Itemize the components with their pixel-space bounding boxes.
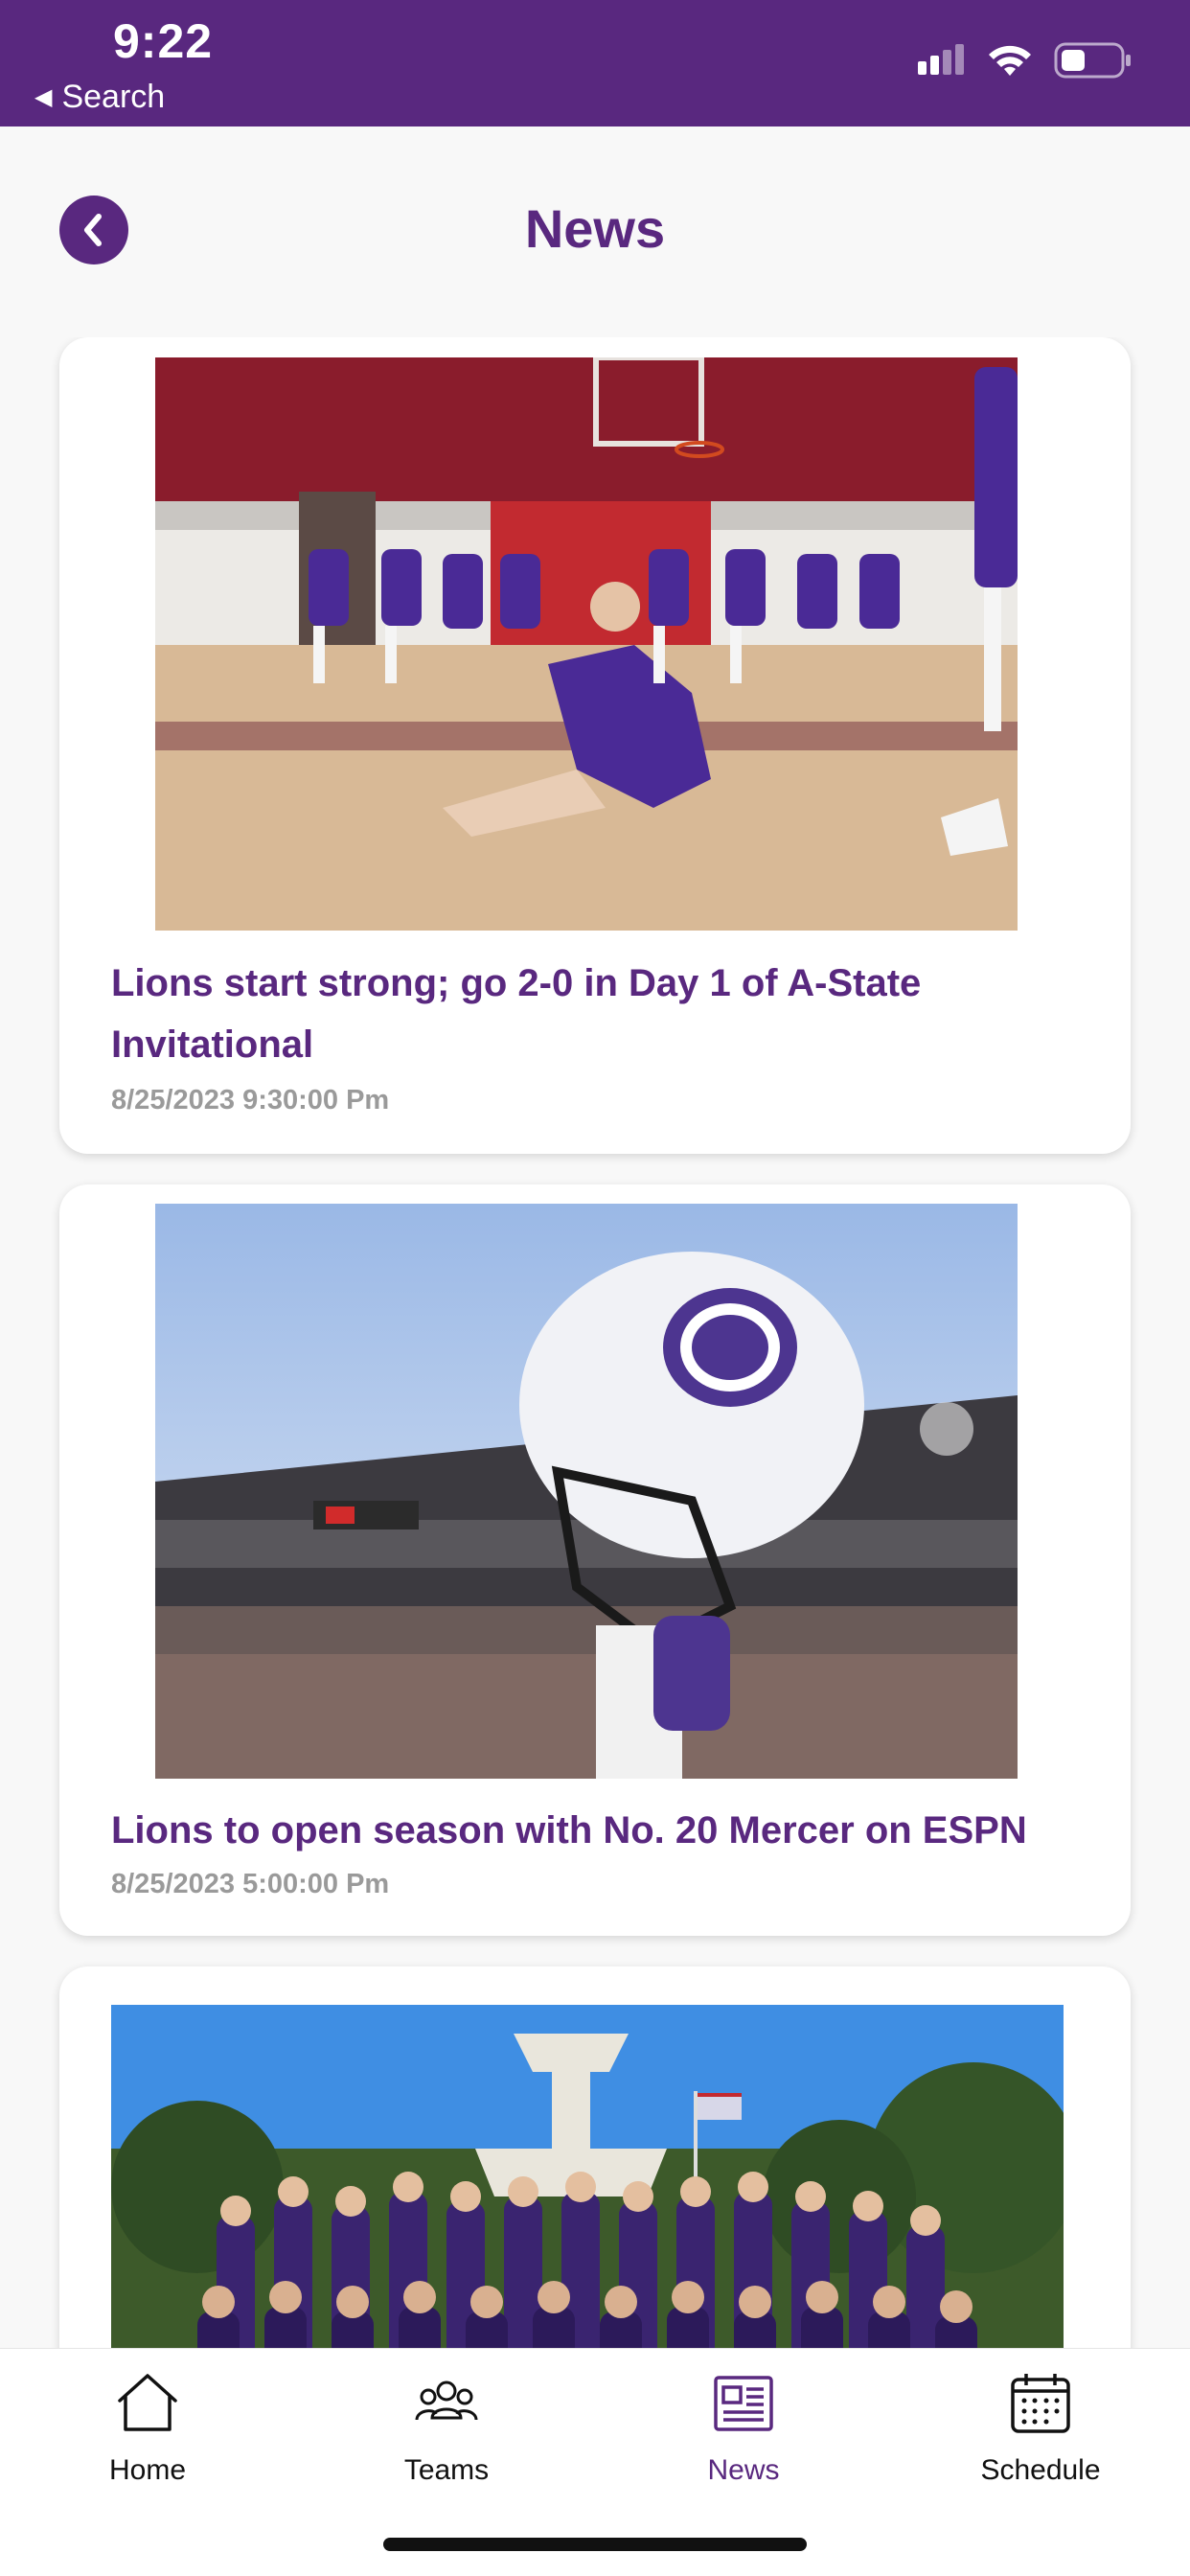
news-icon: [714, 2376, 773, 2431]
wifi-icon: [989, 45, 1031, 76]
news-image-helmet[interactable]: [155, 1204, 1018, 1779]
news-date: 8/25/2023 5:00:00 Pm: [111, 1869, 390, 1899]
tab-schedule[interactable]: Schedule: [945, 2368, 1136, 2512]
news-card[interactable]: Lions to open season with No. 20 Mercer …: [59, 1184, 1131, 1936]
home-indicator[interactable]: [383, 2538, 807, 2551]
back-to-search[interactable]: ◀ Search: [34, 79, 165, 116]
news-date: 8/25/2023 9:30:00 Pm: [111, 1085, 390, 1116]
news-card[interactable]: [59, 1966, 1131, 2348]
tab-home-label: Home: [108, 2454, 187, 2486]
header: News: [0, 126, 1190, 337]
teams-icon: [415, 2380, 478, 2421]
back-to-search-label: Search: [61, 79, 166, 115]
news-feed[interactable]: Lions start strong; go 2-0 in Day 1 of A…: [0, 337, 1190, 2348]
news-title[interactable]: Lions start strong; go 2-0 in Day 1 of A…: [111, 953, 1079, 1075]
status-icons: [916, 42, 1133, 79]
news-title[interactable]: Lions to open season with No. 20 Mercer …: [111, 1800, 1079, 1861]
status-time: 9:22: [113, 14, 214, 68]
tab-news-label: News: [707, 2454, 780, 2486]
tab-news[interactable]: News: [648, 2368, 839, 2512]
news-image-team-photo[interactable]: [111, 2005, 1064, 2348]
back-triangle-icon: ◀: [34, 84, 53, 110]
battery-icon: [1054, 42, 1131, 79]
home-icon: [118, 2374, 177, 2431]
tab-schedule-label: Schedule: [980, 2454, 1101, 2486]
status-bar: 9:22 ◀ Search: [0, 0, 1190, 126]
news-card[interactable]: Lions start strong; go 2-0 in Day 1 of A…: [59, 337, 1131, 1154]
signal-icon: [918, 44, 964, 75]
tab-home[interactable]: Home: [52, 2368, 243, 2512]
page-title: News: [524, 198, 666, 259]
tab-teams-label: Teams: [403, 2454, 490, 2486]
news-image-volleyball[interactable]: [155, 357, 1018, 931]
calendar-icon: [1011, 2374, 1070, 2433]
tab-teams[interactable]: Teams: [351, 2368, 542, 2512]
